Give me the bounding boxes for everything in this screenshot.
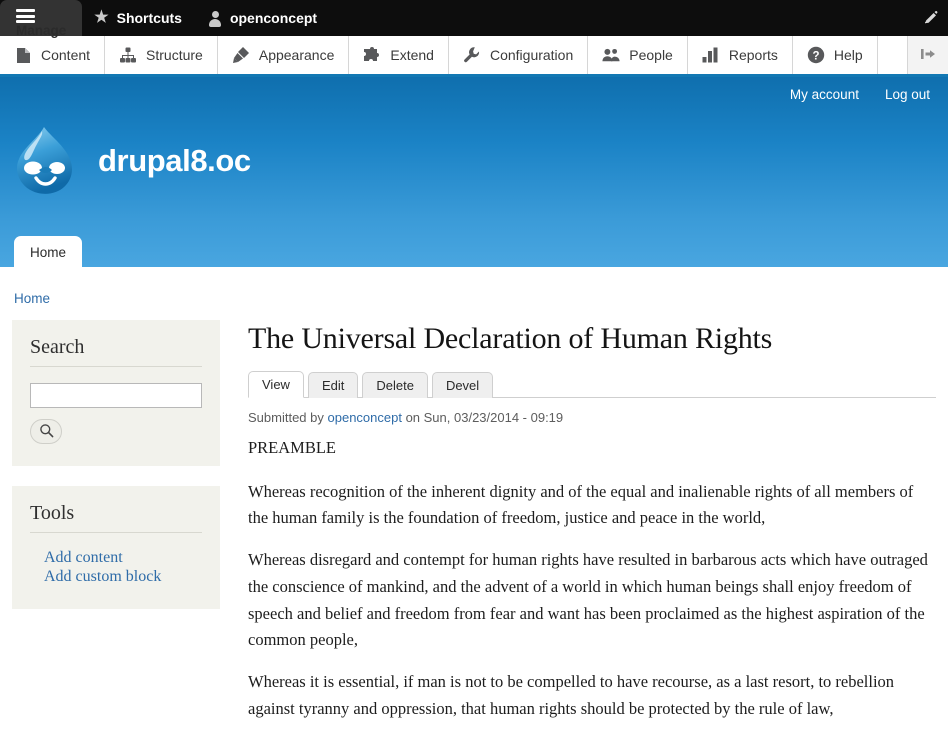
sidebar-first: Search Tools Add conte [12, 320, 220, 629]
bar-chart-icon [702, 46, 720, 64]
block-tools-divider [30, 532, 202, 533]
svg-text:?: ? [812, 50, 819, 62]
site-name: drupal8.oc [98, 143, 251, 179]
admin-menu-tray: Content Structure Appe [0, 36, 948, 77]
menu-item-help-label: Help [834, 47, 863, 63]
collapse-left-icon [918, 47, 938, 64]
menu-item-appearance[interactable]: Appearance [218, 36, 350, 74]
toolbar-spacer [331, 0, 914, 36]
tools-link-add-custom-block[interactable]: Add custom block [44, 568, 161, 585]
page-content: Home Search Tools [0, 267, 948, 738]
main-content: The Universal Declaration of Human Right… [248, 320, 936, 737]
menu-item-structure-label: Structure [146, 47, 203, 63]
toolbar-tab-shortcuts-label: Shortcuts [117, 10, 182, 26]
menu-item-appearance-label: Appearance [259, 47, 335, 63]
magnifier-icon [39, 423, 54, 441]
tools-link-list: Add content Add custom block [30, 549, 202, 586]
site-header: My account Log out drupal8.o [0, 77, 948, 267]
menu-item-help[interactable]: ? Help [793, 36, 878, 74]
page-title: The Universal Declaration of Human Right… [248, 322, 936, 356]
toolbar-tab-manage[interactable]: Manage [0, 0, 82, 36]
menu-item-reports-label: Reports [729, 47, 778, 63]
body-paragraph: Whereas recognition of the inherent dign… [248, 479, 936, 532]
question-mark-icon: ? [807, 46, 825, 64]
toolbar-orientation-toggle[interactable] [908, 36, 948, 74]
menu-item-people[interactable]: People [588, 36, 688, 74]
puzzle-piece-icon [363, 46, 381, 64]
page-icon [14, 46, 32, 64]
primary-menu: Home [14, 236, 82, 268]
my-account-link[interactable]: My account [790, 87, 859, 102]
menu-item-structure[interactable]: Structure [105, 36, 218, 74]
menu-item-extend[interactable]: Extend [349, 36, 449, 74]
body-paragraph: Whereas it is essential, if man is not t… [248, 669, 936, 722]
search-input[interactable] [30, 383, 202, 408]
menu-item-content-label: Content [41, 47, 90, 63]
submitted-prefix: Submitted by [248, 410, 328, 425]
pencil-icon [922, 9, 940, 27]
log-out-link[interactable]: Log out [885, 87, 930, 102]
block-search-title: Search [30, 336, 202, 359]
person-icon [208, 11, 222, 26]
contextual-edit-button[interactable] [914, 0, 948, 36]
menu-item-configuration[interactable]: Configuration [449, 36, 588, 74]
node-tabs: View Edit Delete Devel [248, 370, 936, 398]
menu-item-extend-label: Extend [390, 47, 434, 63]
toolbar-tab-manage-label: Manage [16, 23, 66, 38]
paintbrush-icon [232, 46, 250, 64]
tab-devel[interactable]: Devel [432, 372, 493, 398]
menu-item-configuration-label: Configuration [490, 47, 573, 63]
tools-link-add-content[interactable]: Add content [44, 549, 123, 566]
tab-edit[interactable]: Edit [308, 372, 358, 398]
hamburger-icon [16, 9, 35, 23]
primary-menu-item-home[interactable]: Home [14, 236, 82, 268]
toolbar-tab-user[interactable]: openconcept [196, 0, 331, 36]
page-columns: Search Tools Add conte [12, 320, 936, 737]
menu-item-people-label: People [629, 47, 673, 63]
body-paragraph: PREAMBLE [248, 435, 936, 462]
node-body: PREAMBLE Whereas recognition of the inhe… [248, 435, 936, 722]
node-submitted: Submitted by openconcept on Sun, 03/23/2… [248, 410, 936, 425]
toolbar-tab-shortcuts[interactable]: ★ Shortcuts [82, 0, 196, 36]
list-item: Add content [44, 549, 202, 567]
toolbar-tab-user-label: openconcept [230, 10, 317, 26]
body-paragraph: Whereas disregard and contempt for human… [248, 547, 936, 654]
breadcrumb: Home [12, 267, 936, 320]
people-icon [602, 46, 620, 64]
tab-delete[interactable]: Delete [362, 372, 428, 398]
secondary-menu: My account Log out [790, 87, 930, 102]
site-branding[interactable]: drupal8.oc [12, 125, 251, 197]
druplicon-icon [12, 125, 76, 197]
menu-item-reports[interactable]: Reports [688, 36, 793, 74]
sitemap-icon [119, 46, 137, 64]
block-tools: Tools Add content Add custom block [12, 486, 220, 609]
submitted-author-link[interactable]: openconcept [328, 410, 402, 425]
submitted-date: on Sun, 03/23/2014 - 09:19 [402, 410, 563, 425]
breadcrumb-item-home[interactable]: Home [14, 291, 50, 306]
block-tools-title: Tools [30, 502, 202, 525]
search-submit-button[interactable] [30, 419, 62, 444]
admin-toolbar-bar: Manage ★ Shortcuts openconcept [0, 0, 948, 36]
tab-view[interactable]: View [248, 371, 304, 398]
star-icon: ★ [94, 10, 108, 26]
wrench-icon [463, 46, 481, 64]
menu-filler [878, 36, 908, 74]
menu-item-content[interactable]: Content [0, 36, 105, 74]
block-search: Search [12, 320, 220, 466]
list-item: Add custom block [44, 568, 202, 586]
block-search-divider [30, 366, 202, 367]
